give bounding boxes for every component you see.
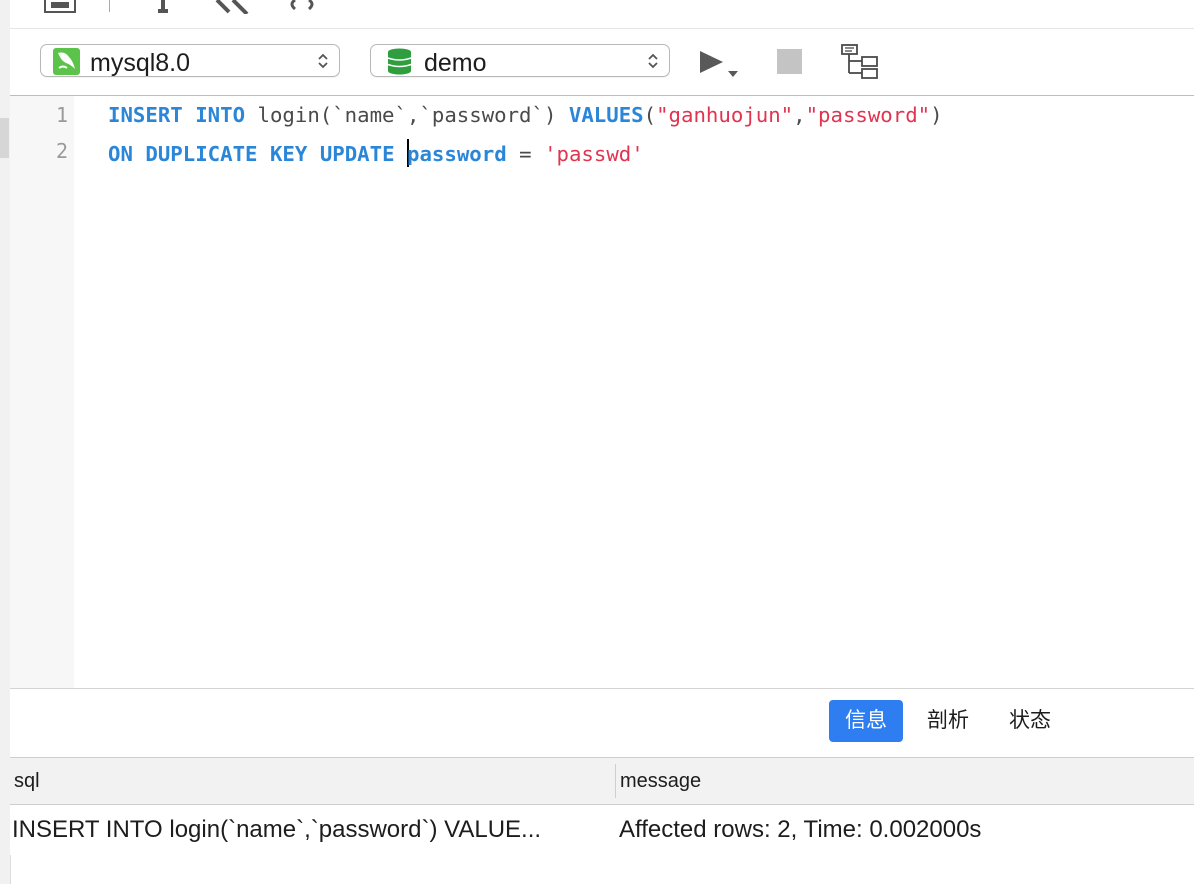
save-icon[interactable]: [43, 0, 77, 14]
sql-keyword: INTO: [195, 103, 246, 127]
mysql-dolphin-icon: [53, 48, 80, 75]
result-tabs: 信息 剖析 状态: [10, 689, 1194, 758]
results-table-header: sql message: [10, 758, 1194, 805]
toolbar-separator: [109, 0, 110, 12]
top-toolbar: [10, 0, 1194, 29]
chevron-updown-icon: [648, 53, 658, 69]
database-label: demo: [424, 49, 487, 77]
connection-label: mysql8.0: [90, 49, 191, 77]
sql-keyword: INSERT: [108, 103, 183, 127]
cell-sql[interactable]: INSERT INTO login(`name`,`password`) VAL…: [12, 805, 612, 855]
sql-keyword: DUPLICATE: [145, 142, 258, 166]
play-icon[interactable]: [696, 47, 744, 81]
line-number: 1: [55, 103, 68, 127]
code-line-1[interactable]: INSERT INTO login(`name`,`password`) VAL…: [108, 103, 943, 127]
explain-tree-icon[interactable]: [840, 43, 880, 81]
sql-punct: ,: [793, 103, 806, 127]
column-separator[interactable]: [615, 764, 616, 798]
sql-string: 'passwd': [544, 142, 644, 166]
line-number-gutter: 1 2: [10, 96, 74, 688]
column-header-message[interactable]: message: [620, 758, 701, 804]
line-number: 2: [55, 139, 68, 163]
stop-icon[interactable]: [777, 49, 803, 75]
code-braces-icon[interactable]: [287, 0, 317, 14]
column-header-sql[interactable]: sql: [14, 758, 40, 804]
sql-keyword: KEY: [269, 142, 308, 166]
connection-select[interactable]: mysql8.0: [40, 44, 340, 77]
sql-string: "ganhuojun": [656, 103, 794, 127]
chevron-updown-icon: [318, 53, 328, 69]
sql-keyword: VALUES: [568, 103, 644, 127]
sql-keyword: UPDATE: [319, 142, 395, 166]
table-row[interactable]: INSERT INTO login(`name`,`password`) VAL…: [10, 805, 1194, 855]
scroll-marker: [0, 118, 9, 158]
code-line-2[interactable]: ON DUPLICATE KEY UPDATE password = 'pass…: [108, 139, 644, 167]
tools-icon[interactable]: [213, 0, 253, 14]
tab-info[interactable]: 信息: [829, 700, 903, 742]
tab-status[interactable]: 状态: [993, 700, 1067, 742]
sql-editor[interactable]: 1 2 INSERT INTO login(`name`,`password`)…: [10, 96, 1194, 688]
database-select[interactable]: demo: [370, 44, 670, 77]
database-icon: [387, 48, 412, 75]
query-toolbar: mysql8.0 demo: [10, 29, 1194, 96]
sql-keyword: ON: [108, 142, 133, 166]
sql-punct: ): [930, 103, 943, 127]
sql-punct: (: [643, 103, 657, 127]
sql-identifier: password: [407, 142, 507, 166]
sql-string: "password": [805, 103, 931, 127]
sql-identifier: login(`name`,`password`): [257, 103, 557, 127]
cell-message[interactable]: Affected rows: 2, Time: 0.002000s: [619, 805, 1189, 855]
sql-operator: =: [519, 142, 532, 166]
tab-profile[interactable]: 剖析: [911, 700, 985, 742]
pin-icon[interactable]: [155, 0, 171, 14]
